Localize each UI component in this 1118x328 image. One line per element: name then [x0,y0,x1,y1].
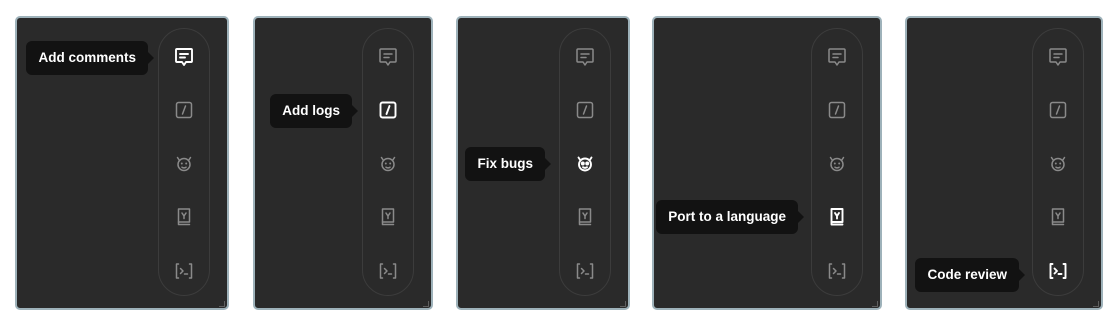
book-icon[interactable] [172,205,196,229]
book-icon[interactable] [573,205,597,229]
tooltip: Fix bugs [465,147,551,181]
log-icon[interactable] [1046,98,1070,122]
panel-add-logs: Add logs [253,16,433,310]
book-icon[interactable] [825,205,849,229]
panel-code-review: Code review [905,16,1103,310]
bug-icon[interactable] [376,151,400,175]
book-icon[interactable] [376,205,400,229]
bug-icon[interactable] [825,151,849,175]
bug-icon[interactable] [573,151,597,175]
tooltip: Add logs [270,94,358,128]
comment-icon[interactable] [1046,45,1070,69]
log-icon[interactable] [376,98,400,122]
resize-grip[interactable] [620,301,626,307]
terminal-icon[interactable] [573,259,597,283]
book-icon[interactable] [1046,205,1070,229]
panel-add-comments: Add comments [15,16,229,310]
toolbar-pill [559,28,611,296]
stage: Add comments Add logs Fix bugs Port to a… [0,0,1118,328]
resize-grip[interactable] [1093,301,1099,307]
terminal-icon[interactable] [172,259,196,283]
toolbar-pill [1032,28,1084,296]
comment-icon[interactable] [573,45,597,69]
terminal-icon[interactable] [825,259,849,283]
log-icon[interactable] [825,98,849,122]
toolbar-pill [811,28,863,296]
resize-grip[interactable] [872,301,878,307]
terminal-icon[interactable] [376,259,400,283]
tooltip: Port to a language [656,200,804,234]
comment-icon[interactable] [376,45,400,69]
panel-fix-bugs: Fix bugs [456,16,630,310]
tooltip: Code review [915,258,1025,292]
log-icon[interactable] [172,98,196,122]
log-icon[interactable] [573,98,597,122]
bug-icon[interactable] [172,151,196,175]
terminal-icon[interactable] [1046,259,1070,283]
comment-icon[interactable] [172,45,196,69]
panel-port-to-a-language: Port to a language [652,16,882,310]
toolbar-pill [362,28,414,296]
bug-icon[interactable] [1046,151,1070,175]
resize-grip[interactable] [219,301,225,307]
comment-icon[interactable] [825,45,849,69]
toolbar-pill [158,28,210,296]
tooltip: Add comments [26,41,154,75]
resize-grip[interactable] [423,301,429,307]
